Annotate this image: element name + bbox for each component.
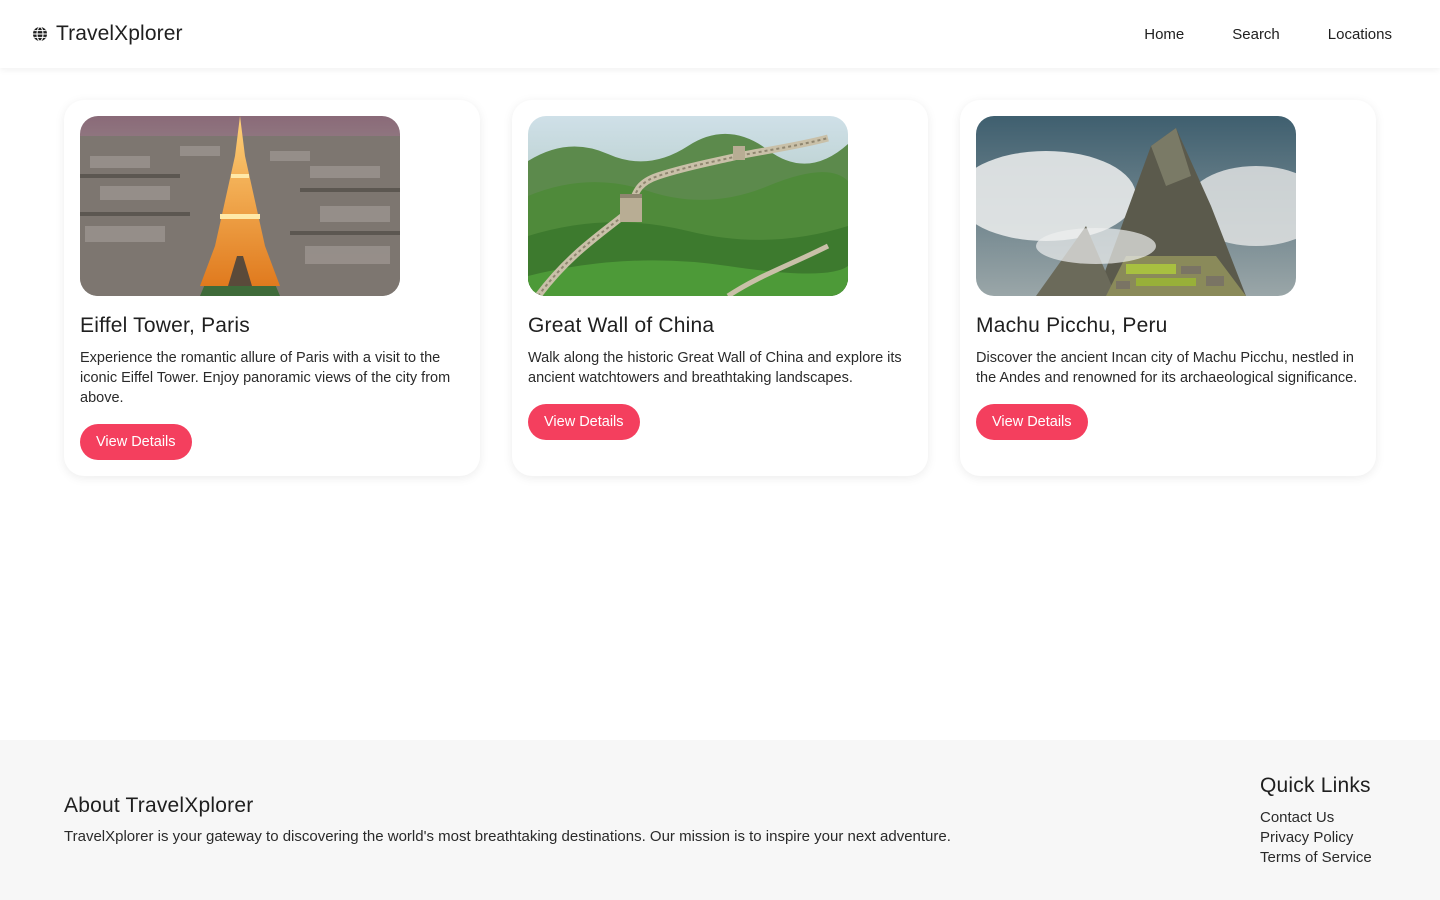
great-wall-photo (528, 116, 848, 296)
card-description: Walk along the historic Great Wall of Ch… (528, 350, 902, 386)
destination-card: Eiffel Tower, Paris Experience the roman… (64, 100, 480, 476)
nav-locations[interactable]: Locations (1328, 26, 1392, 43)
destination-card: Great Wall of China Walk along the histo… (512, 100, 928, 476)
card-title: Eiffel Tower, Paris (80, 314, 250, 337)
view-details-button[interactable]: View Details (976, 404, 1088, 440)
brand[interactable]: TravelXplorer (32, 22, 183, 46)
view-details-button[interactable]: View Details (80, 424, 192, 460)
globe-icon (32, 26, 48, 42)
destination-card: Machu Picchu, Peru Discover the ancient … (960, 100, 1376, 476)
link-terms-of-service[interactable]: Terms of Service (1260, 848, 1372, 868)
link-privacy-policy[interactable]: Privacy Policy (1260, 828, 1372, 848)
card-description: Discover the ancient Incan city of Machu… (976, 350, 1358, 386)
view-details-button[interactable]: View Details (528, 404, 640, 440)
destination-cards: Eiffel Tower, Paris Experience the roman… (64, 100, 1376, 476)
about-text: TravelXplorer is your gateway to discove… (64, 828, 951, 845)
machu-picchu-photo (976, 116, 1296, 296)
site-footer: About TravelXplorer TravelXplorer is you… (0, 740, 1440, 900)
card-description: Experience the romantic allure of Paris … (80, 350, 451, 406)
card-title: Machu Picchu, Peru (976, 314, 1168, 337)
eiffel-tower-photo (80, 116, 400, 296)
site-header: TravelXplorer Home Search Locations (0, 0, 1440, 68)
card-title: Great Wall of China (528, 314, 715, 337)
about-title: About TravelXplorer (64, 794, 254, 817)
about-section: About TravelXplorer TravelXplorer is you… (64, 794, 951, 845)
quick-links: Quick Links Contact Us Privacy Policy Te… (1260, 774, 1372, 868)
quick-links-title: Quick Links (1260, 774, 1371, 797)
main-nav: Home Search Locations (1096, 26, 1392, 43)
nav-search[interactable]: Search (1232, 26, 1280, 43)
quick-links-list: Contact Us Privacy Policy Terms of Servi… (1260, 808, 1372, 868)
link-contact-us[interactable]: Contact Us (1260, 808, 1372, 828)
brand-name: TravelXplorer (56, 22, 183, 45)
nav-home[interactable]: Home (1144, 26, 1184, 43)
